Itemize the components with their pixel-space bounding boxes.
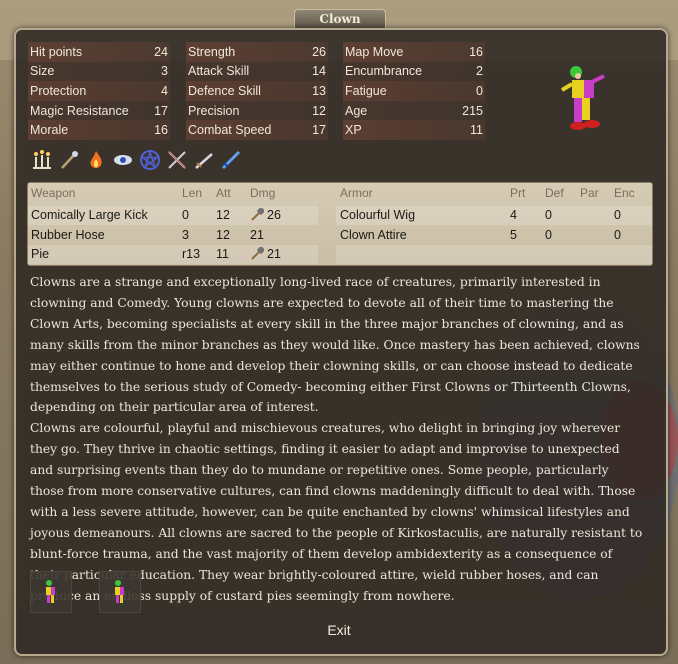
unit-description: Clowns are a strange and exceptionally l… [30, 272, 646, 607]
stat-size: Size 3 [28, 61, 170, 82]
stat-attack-skill: Attack Skill 14 [186, 61, 328, 82]
stat-defence-skill: Defence Skill 13 [186, 81, 328, 101]
blunt-damage-icon [250, 246, 265, 263]
stat-hit-points: Hit points 24 [28, 42, 170, 62]
stat-xp: XP 11 [343, 120, 485, 140]
stat-map-move: Map Move 16 [343, 42, 485, 62]
fire-icon[interactable] [84, 148, 108, 172]
stat-morale: Morale 16 [28, 120, 170, 140]
blue-sword-icon[interactable] [219, 148, 243, 172]
window-title: Clown [294, 9, 386, 28]
weapon-dmg: 26 [267, 208, 281, 222]
stat-strength: Strength 26 [186, 42, 328, 62]
armor-header: Armor [340, 186, 373, 200]
weapon-att: 11 [216, 247, 229, 261]
pentagram-icon[interactable] [138, 148, 162, 172]
unit-thumbnail[interactable] [99, 571, 141, 613]
stat-fatigue: Fatigue 0 [343, 81, 485, 101]
weapon-dmg: 21 [267, 247, 281, 261]
exit-button[interactable]: Exit [316, 620, 362, 640]
weapon-len: 0 [182, 208, 189, 222]
weapon-len: r13 [182, 247, 201, 261]
armor-name[interactable]: Clown Attire [340, 228, 407, 242]
armor-def: 0 [545, 208, 552, 222]
clown-sprite [560, 66, 605, 130]
gear-row: Rubber Hose 3 12 21 Clown Attire 5 0 0 [28, 226, 652, 245]
ability-icons [30, 148, 243, 172]
enc-header: Enc [614, 186, 635, 200]
stat-precision: Precision 12 [186, 100, 328, 121]
gear-row: Comically Large Kick 0 12 26 Colourful W… [28, 206, 652, 225]
par-header: Par [580, 186, 599, 200]
def-header: Def [545, 186, 564, 200]
weapon-dmg: 21 [250, 228, 264, 242]
blunt-damage-icon [250, 207, 265, 224]
weapon-name[interactable]: Comically Large Kick [31, 208, 148, 222]
gear-table: Weapon Len Att Dmg Armor Prt Def Par Enc… [27, 182, 653, 266]
stats-column-2: Strength 26 Attack Skill 14 Defence Skill 1… [186, 42, 328, 140]
weapon-header: Weapon [31, 186, 76, 200]
stats-column-1: Hit points 24 Size 3 Protection 4 Magic Res… [28, 42, 170, 140]
stat-combat-speed: Combat Speed 17 [186, 120, 328, 140]
weapon-att: 12 [216, 228, 230, 242]
weapon-len: 3 [182, 228, 189, 242]
eye-icon[interactable] [111, 148, 135, 172]
armor-name[interactable]: Colourful Wig [340, 208, 415, 222]
sword-icon[interactable] [192, 148, 216, 172]
stat-protection: Protection 4 [28, 81, 170, 101]
crossed-swords-icon[interactable] [165, 148, 189, 172]
gear-row: Pie r13 11 21 [28, 245, 652, 264]
stats-column-3: Map Move 16 Encumbrance 2 Fatigue 0 Age 215 … [343, 42, 485, 140]
armor-enc: 0 [614, 208, 621, 222]
dmg-header: Dmg [250, 186, 276, 200]
stat-age: Age 215 [343, 100, 485, 121]
armor-prt: 4 [510, 208, 517, 222]
unit-thumbnail[interactable] [30, 571, 72, 613]
weapon-att: 12 [216, 208, 230, 222]
armor-enc: 0 [614, 228, 621, 242]
len-header: Len [182, 186, 203, 200]
armor-def: 0 [545, 228, 552, 242]
prt-header: Prt [510, 186, 526, 200]
armor-prt: 5 [510, 228, 517, 242]
description-paragraph: Clowns are a strange and exceptionally l… [30, 275, 640, 415]
stat-encumbrance: Encumbrance 2 [343, 61, 485, 82]
att-header: Att [216, 186, 231, 200]
candelabra-icon[interactable] [30, 148, 54, 172]
stat-magic-resistance: Magic Resistance 17 [28, 100, 170, 121]
wand-icon[interactable] [57, 148, 81, 172]
weapon-name[interactable]: Pie [31, 247, 49, 261]
weapon-name[interactable]: Rubber Hose [31, 228, 105, 242]
